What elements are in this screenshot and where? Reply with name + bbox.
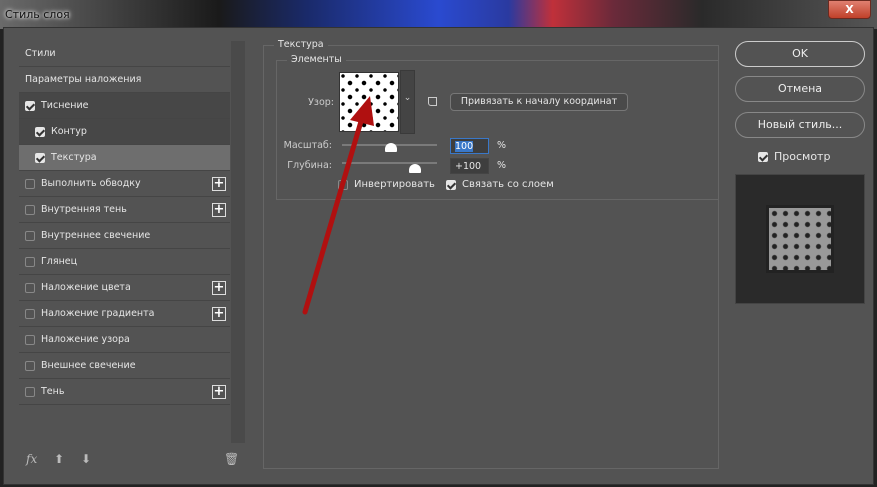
red-arrow-annotation [302, 96, 374, 315]
